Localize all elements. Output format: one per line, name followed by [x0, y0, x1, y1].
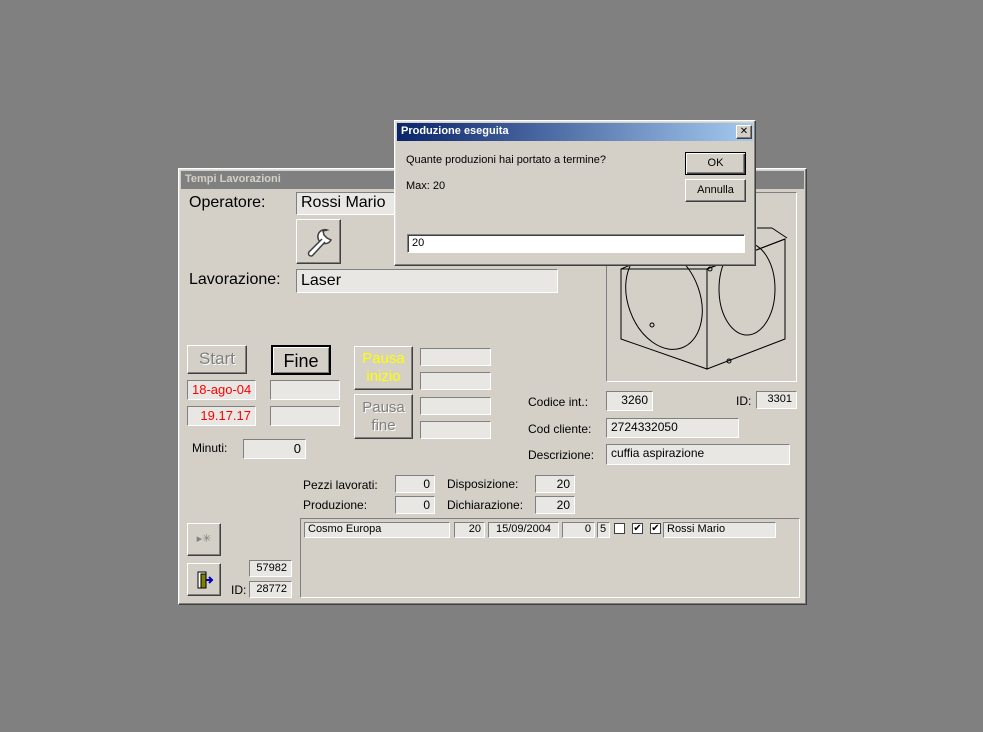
start-button[interactable]: Start	[187, 345, 247, 374]
row-operator[interactable]: Rossi Mario	[663, 522, 776, 538]
ok-button-label: OK	[707, 157, 724, 169]
id-field[interactable]: 3301	[756, 391, 797, 409]
ok-button[interactable]: OK	[685, 152, 746, 175]
pause-end-label-1: Pausa	[362, 399, 405, 416]
time-field[interactable]: 19.17.17	[187, 406, 256, 426]
end-button[interactable]: Fine	[271, 345, 331, 375]
declaration-field[interactable]: 20	[535, 496, 575, 514]
pieces-label: Pezzi lavorati:	[303, 478, 378, 492]
pause-start-button[interactable]: Pausa inizio	[354, 346, 413, 390]
minutes-label: Minuti:	[192, 441, 228, 455]
operator-label: Operatore:	[189, 194, 266, 211]
exit-button[interactable]	[187, 563, 221, 596]
internal-code-field[interactable]: 3260	[606, 391, 653, 411]
new-record-button[interactable]: ▸✳	[187, 523, 221, 556]
bottom-id-field[interactable]: 28772	[249, 581, 292, 598]
pause-end-time-field[interactable]	[420, 421, 491, 439]
records-list[interactable]: Cosmo Europa 20 15/09/2004 0 5 ✔ ✔ Rossi…	[300, 518, 800, 598]
minutes-field[interactable]: 0	[243, 439, 306, 459]
id-label: ID:	[736, 394, 752, 408]
date-field[interactable]: 18-ago-04	[187, 380, 256, 400]
declaration-label: Dichiarazione:	[447, 498, 524, 512]
processing-field[interactable]: Laser	[296, 269, 558, 293]
record-number-field[interactable]: 57982	[249, 560, 292, 577]
pause-start-label-2: inizio	[366, 368, 401, 385]
tools-button[interactable]	[296, 219, 341, 264]
disposition-label: Disposizione:	[447, 477, 519, 491]
row-checkbox-1[interactable]	[614, 523, 625, 534]
pause-end-date-field[interactable]	[420, 397, 491, 415]
operator-field[interactable]: Rossi Mario	[296, 192, 406, 215]
row-num2[interactable]: 5	[597, 522, 610, 538]
bottom-id-label: ID:	[231, 583, 247, 597]
description-label: Descrizione:	[528, 448, 595, 462]
dialog-title-text: Produzione eseguita	[401, 125, 509, 137]
cancel-button[interactable]: Annulla	[685, 179, 746, 202]
row-num1[interactable]: 0	[562, 522, 595, 538]
dialog-prompt: Quante produzioni hai portato a termine?	[406, 154, 606, 166]
new-record-icon: ▸✳	[196, 533, 212, 545]
pause-end-label-2: fine	[371, 417, 396, 434]
dialog-close-button[interactable]: ✕	[736, 125, 752, 139]
end-time-field[interactable]	[270, 406, 340, 426]
row-checkbox-2[interactable]: ✔	[632, 523, 643, 534]
end-button-label: Fine	[283, 351, 319, 371]
close-icon: ✕	[739, 126, 749, 137]
exit-door-icon	[197, 571, 214, 589]
dialog-title: Produzione eseguita	[397, 123, 753, 141]
dialog-max-text: Max: 20	[406, 180, 446, 192]
end-date-field[interactable]	[270, 380, 340, 400]
client-code-field[interactable]: 2724332050	[606, 418, 739, 438]
disposition-field[interactable]: 20	[535, 475, 575, 493]
row-checkbox-3[interactable]: ✔	[650, 523, 661, 534]
processing-label: Lavorazione:	[189, 271, 281, 288]
internal-code-label: Codice int.:	[528, 395, 589, 409]
pause-start-label-1: Pausa	[362, 350, 405, 367]
start-button-label: Start	[199, 349, 235, 368]
pause-start-time-field[interactable]	[420, 372, 491, 390]
row-qty[interactable]: 20	[454, 522, 485, 538]
pause-end-button[interactable]: Pausa fine	[354, 394, 413, 439]
pieces-field[interactable]: 0	[395, 475, 435, 493]
production-label: Produzione:	[303, 498, 368, 512]
dialog-input[interactable]: 20	[407, 234, 745, 253]
client-code-label: Cod cliente:	[528, 422, 592, 436]
cancel-button-label: Annulla	[697, 184, 734, 196]
production-dialog: Produzione eseguita ✕ Quante produzioni …	[394, 120, 756, 266]
wrench-icon	[307, 228, 332, 257]
row-date[interactable]: 15/09/2004	[488, 522, 559, 538]
description-field[interactable]: cuffia aspirazione	[606, 444, 790, 465]
production-field[interactable]: 0	[395, 496, 435, 514]
row-client[interactable]: Cosmo Europa	[304, 522, 450, 538]
pause-start-date-field[interactable]	[420, 348, 491, 366]
